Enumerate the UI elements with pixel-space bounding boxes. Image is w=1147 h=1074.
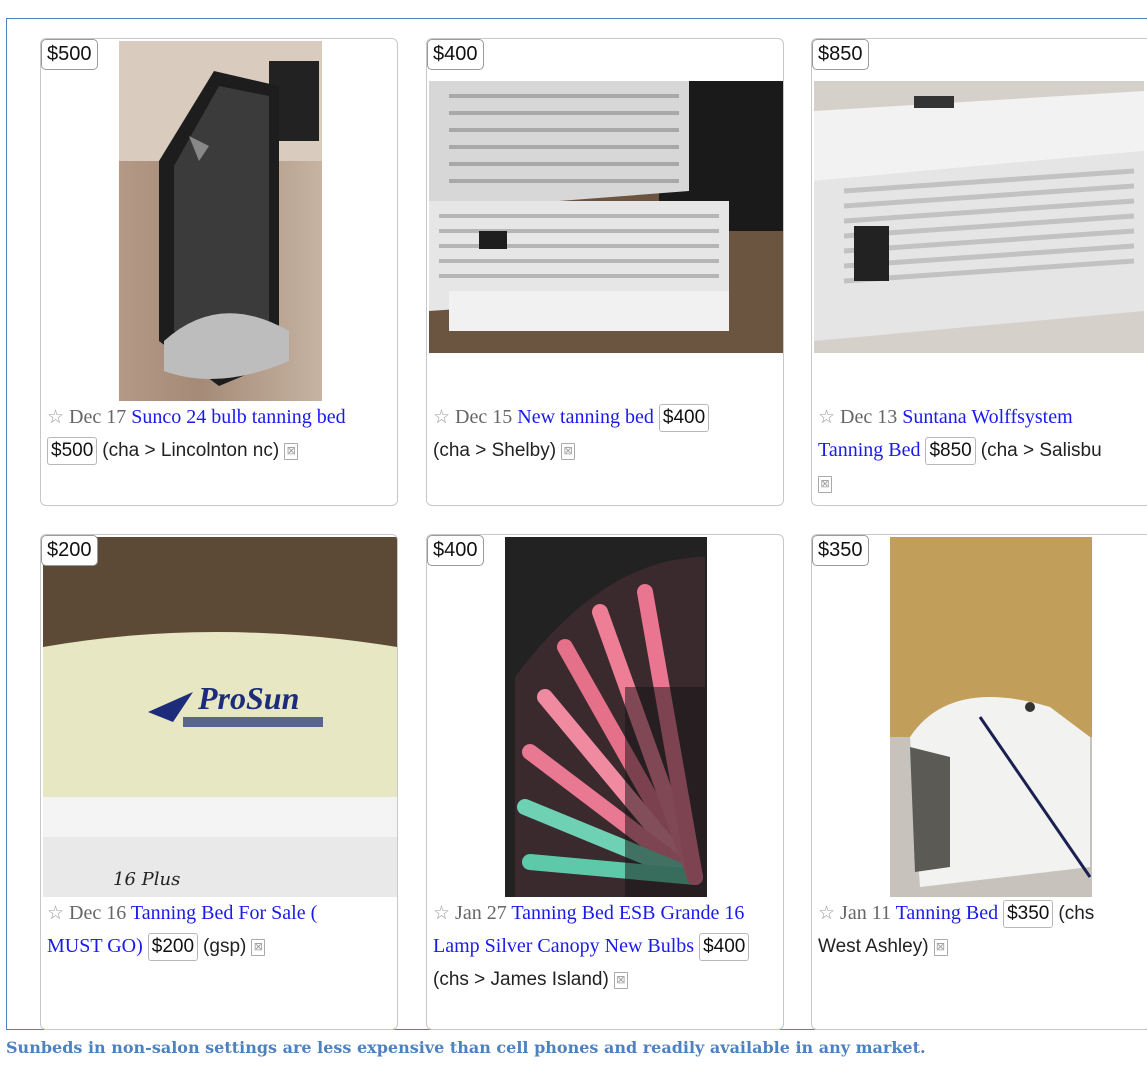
favorite-star-icon[interactable]: ☆ <box>818 903 835 924</box>
listing-title-link[interactable]: Tanning Bed ESB Grande 16 <box>511 902 744 924</box>
listing-date: Jan 11 <box>840 902 891 924</box>
listing-location: (cha > Salisbu <box>980 440 1102 461</box>
listing-date: Dec 17 <box>69 406 127 428</box>
listing-card[interactable]: $500 ☆ Dec 17 Sunco 24 bulb tanning bed … <box>40 38 398 506</box>
listing-title-link[interactable]: Lamp Silver Canopy New Bulbs <box>433 935 694 957</box>
listing-info: ☆ Dec 13 Suntana Wolffsystem Tanning Bed… <box>818 401 1147 500</box>
hide-listing-icon[interactable]: ⊠ <box>613 971 628 989</box>
handwritten-label: 16 Plus <box>113 869 180 890</box>
price-badge: $200 <box>41 535 98 566</box>
listing-card[interactable]: $400 ☆ Dec 15 New tanning bed $400 (cha … <box>426 38 784 506</box>
hide-listing-icon[interactable]: ⊠ <box>933 938 948 956</box>
price-badge: $500 <box>41 39 98 70</box>
listing-info: ☆ Jan 27 Tanning Bed ESB Grande 16 Lamp … <box>433 897 783 996</box>
listing-photo[interactable] <box>814 81 1144 353</box>
hide-listing-icon[interactable]: ⊠ <box>561 442 576 460</box>
brand-logo-text: ProSun <box>197 680 299 716</box>
listing-title-link[interactable]: New tanning bed <box>517 406 654 428</box>
price-badge: $400 <box>427 39 484 70</box>
listing-date: Dec 13 <box>840 406 898 428</box>
favorite-star-icon[interactable]: ☆ <box>47 407 64 428</box>
favorite-star-icon[interactable]: ☆ <box>433 903 450 924</box>
listing-location: (cha > Lincolnton nc) <box>102 440 280 461</box>
listing-title-link[interactable]: Tanning Bed <box>818 439 920 461</box>
favorite-star-icon[interactable]: ☆ <box>818 407 835 428</box>
listing-title-link[interactable]: MUST GO) <box>47 935 143 957</box>
price-badge: $850 <box>812 39 869 70</box>
price-badge: $400 <box>427 535 484 566</box>
listing-photo[interactable] <box>429 81 783 353</box>
listing-location: (cha > Shelby) <box>433 440 557 461</box>
listing-card[interactable]: $400 ☆ Jan 27 Tanning Bed ESB Grande 16 … <box>426 534 784 1030</box>
listing-card[interactable]: $200 ProSun 16 Plus ☆ Dec 16 Tanning Bed… <box>40 534 398 1030</box>
listing-info: ☆ Dec 16 Tanning Bed For Sale ( MUST GO)… <box>47 897 397 963</box>
price-badge: $350 <box>812 535 869 566</box>
listing-photo[interactable] <box>505 537 707 897</box>
listing-price: $200 <box>147 933 199 961</box>
listing-card[interactable]: $850 ☆ Dec 13 Suntana Wolffsystem Tannin… <box>811 38 1147 506</box>
hide-listing-icon[interactable]: ⊠ <box>818 475 832 493</box>
listing-date: Jan 27 <box>455 902 507 924</box>
listing-date: Dec 16 <box>69 902 127 924</box>
listing-price: $400 <box>699 933 750 961</box>
listing-card[interactable]: $350 ☆ Jan 11 Tanning Bed $350 (chs West… <box>811 534 1147 1030</box>
listing-info: ☆ Dec 17 Sunco 24 bulb tanning bed $500 … <box>47 401 397 467</box>
listing-date: Dec 15 <box>455 406 513 428</box>
listing-photo[interactable]: ProSun 16 Plus <box>43 537 397 897</box>
listing-location: West Ashley) <box>818 936 929 957</box>
listing-price: $350 <box>1003 900 1054 928</box>
listing-info: ☆ Jan 11 Tanning Bed $350 (chs West Ashl… <box>818 897 1147 963</box>
listing-title-link[interactable]: Tanning Bed <box>896 902 998 924</box>
hide-listing-icon[interactable]: ⊠ <box>251 938 266 956</box>
listing-title-link[interactable]: Suntana Wolffsystem <box>902 406 1072 428</box>
hide-listing-icon[interactable]: ⊠ <box>284 442 299 460</box>
listing-title-link[interactable]: Sunco 24 bulb tanning bed <box>131 406 345 428</box>
favorite-star-icon[interactable]: ☆ <box>433 407 450 428</box>
listing-price: $500 <box>47 437 98 465</box>
listing-title-link[interactable]: Tanning Bed For Sale ( <box>131 902 317 924</box>
figure-caption: Sunbeds in non-salon settings are less e… <box>6 1038 926 1057</box>
listing-photo[interactable] <box>119 41 322 401</box>
listing-location: (gsp) <box>203 936 247 957</box>
listing-price: $850 <box>925 437 976 465</box>
favorite-star-icon[interactable]: ☆ <box>47 903 64 924</box>
listing-info: ☆ Dec 15 New tanning bed $400 (cha > She… <box>433 401 783 467</box>
listing-price: $400 <box>658 404 710 432</box>
listing-location: (chs <box>1058 903 1095 924</box>
listing-location: (chs > James Island) <box>433 969 609 990</box>
listing-photo[interactable] <box>890 537 1092 897</box>
